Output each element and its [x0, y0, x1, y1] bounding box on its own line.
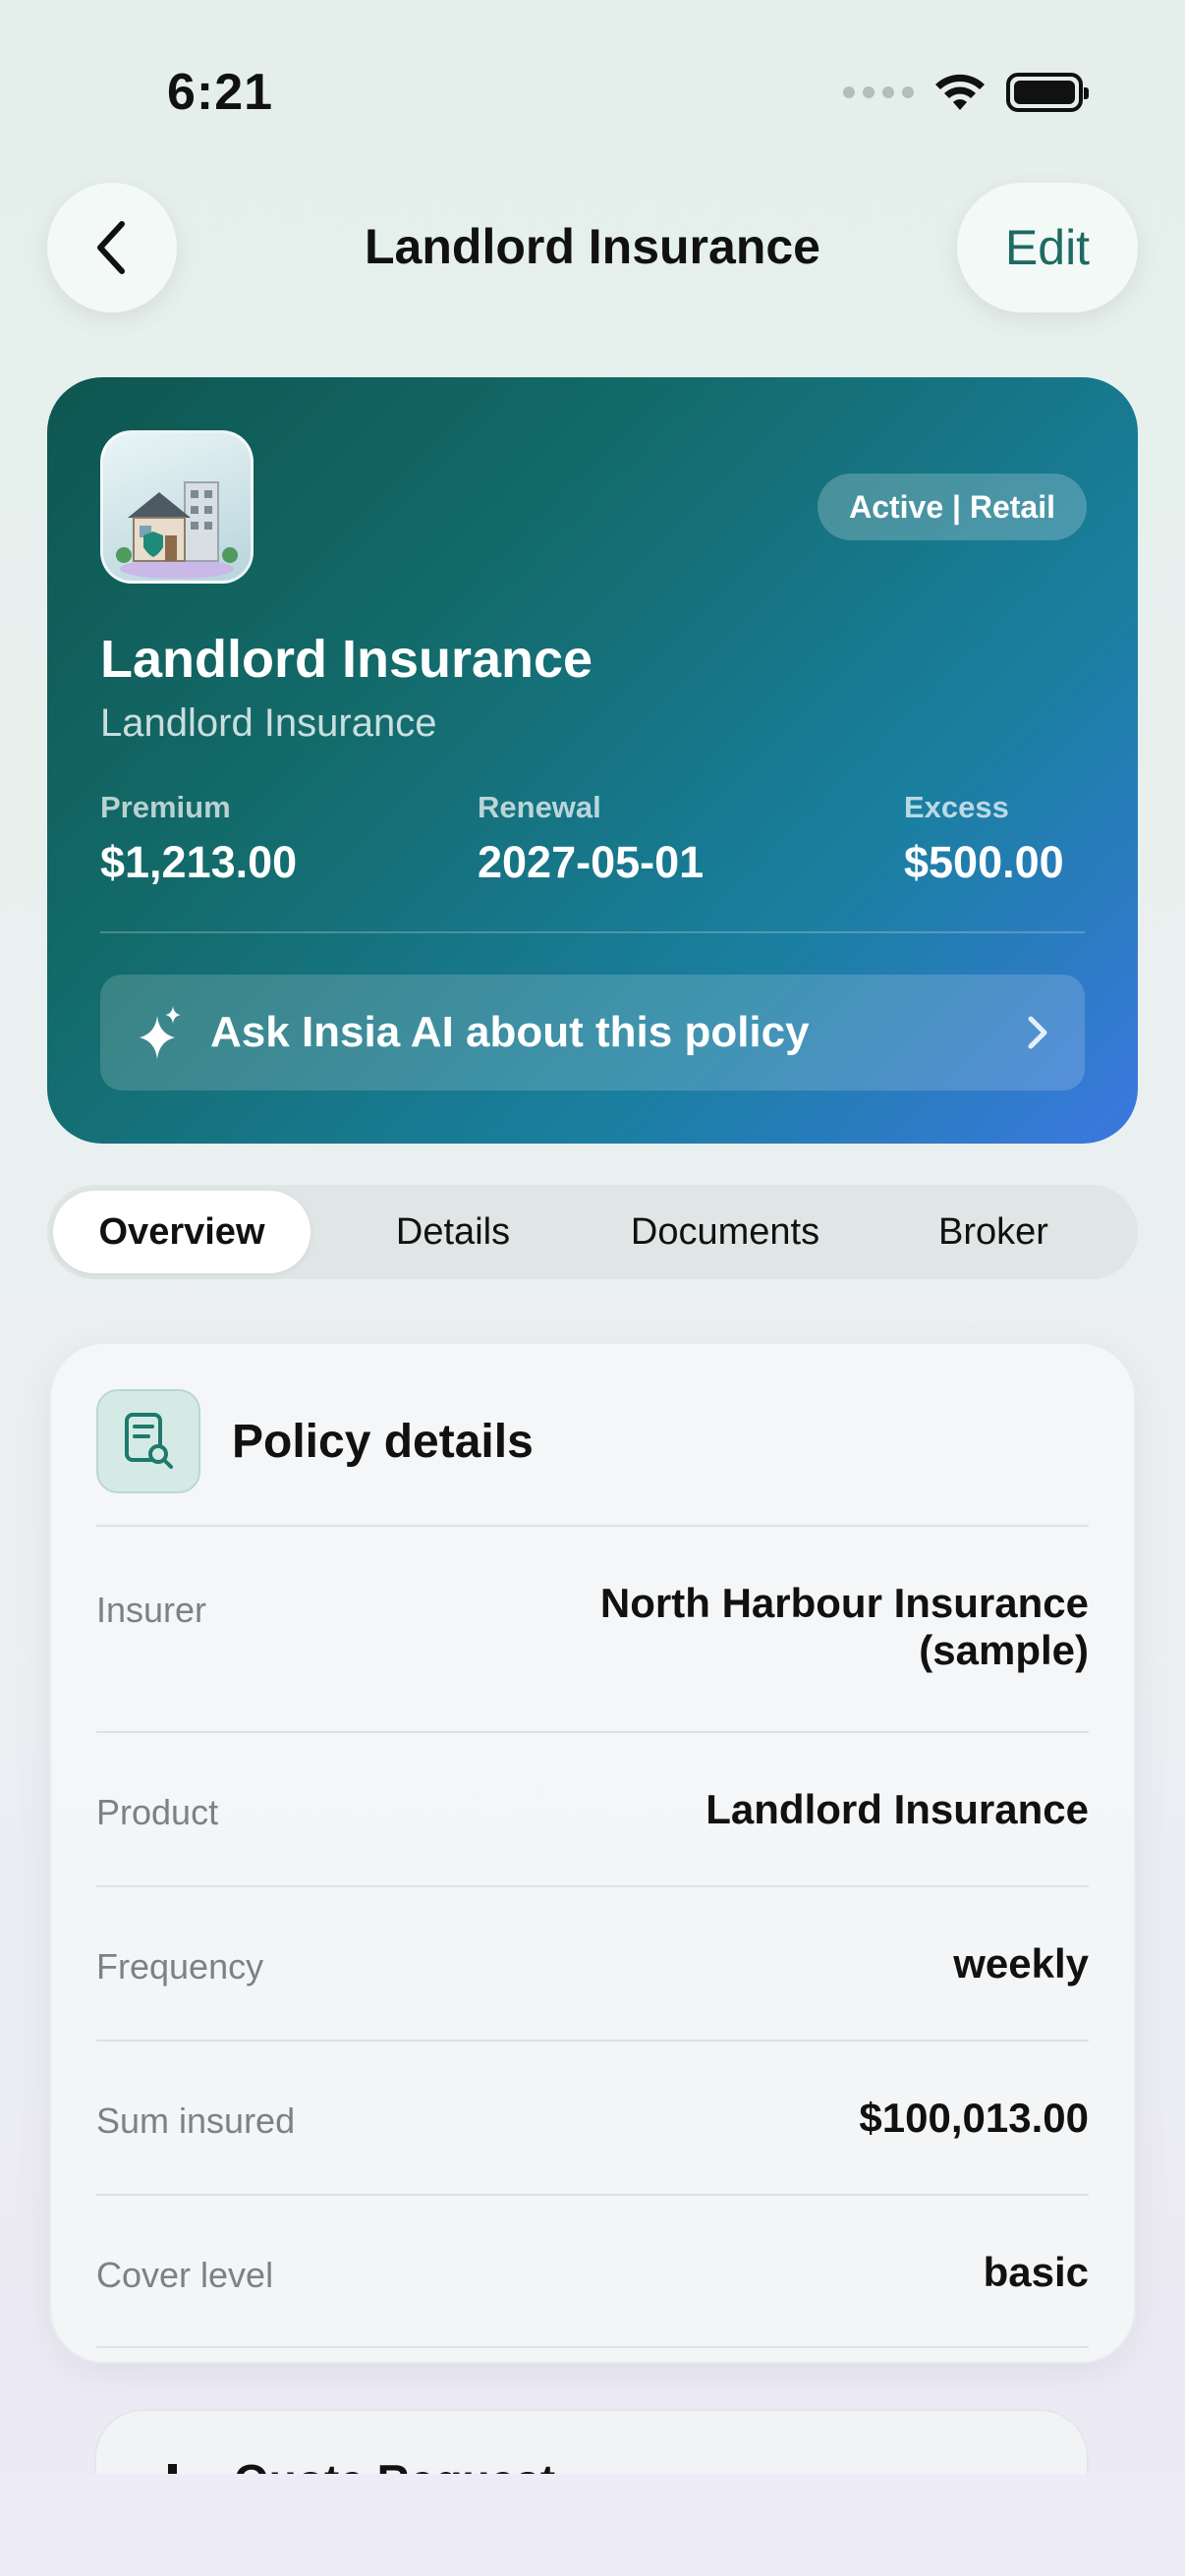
insurer-value-line1: North Harbour Insurance: [599, 1580, 1089, 1626]
edit-button[interactable]: Edit: [957, 183, 1138, 312]
insurer-value-line2: (sample): [919, 1627, 1089, 1673]
policy-summary-card: Active | Retail Landlord Insurance Landl…: [47, 377, 1138, 1144]
list-item: Insurer North Harbour Insurance (sample): [96, 1525, 1089, 1731]
policy-subtitle: Landlord Insurance: [100, 701, 437, 745]
battery-icon: [1006, 73, 1089, 112]
status-icons: [843, 73, 1089, 112]
tab-details[interactable]: Details: [310, 1191, 595, 1273]
policy-details-title: Policy details: [232, 1415, 534, 1468]
product-value: Landlord Insurance: [705, 1786, 1089, 1832]
product-label: Product: [96, 1792, 219, 1832]
status-time: 6:21: [167, 64, 274, 121]
renewal-label: Renewal: [478, 790, 601, 824]
policy-details-list: Insurer North Harbour Insurance (sample)…: [96, 1525, 1089, 2348]
tab-bar: Overview Details Documents Broker: [47, 1185, 1138, 1279]
list-item: Product Landlord Insurance: [96, 1731, 1089, 1885]
chevron-right-icon: [1028, 1016, 1047, 1049]
cover-level-label: Cover level: [96, 2255, 274, 2295]
premium-label: Premium: [100, 790, 231, 824]
policy-details-card: Policy details Insurer North Harbour Ins…: [49, 1342, 1136, 2364]
sum-insured-value: $100,013.00: [859, 2095, 1089, 2141]
excess-stat: Excess $500.00: [904, 790, 1064, 888]
sum-insured-label: Sum insured: [96, 2100, 296, 2141]
list-item: Sum insured $100,013.00: [96, 2040, 1089, 2194]
policy-details-header: Policy details: [96, 1389, 534, 1493]
insurer-value: North Harbour Insurance (sample): [600, 1580, 1089, 1674]
list-item: Frequency weekly: [96, 1885, 1089, 2040]
sparkle-icon: [140, 1006, 181, 1059]
cover-level-value: basic: [983, 2249, 1089, 2295]
insurer-label: Insurer: [96, 1590, 207, 1630]
frequency-value: weekly: [953, 1940, 1089, 1987]
ask-ai-label: Ask Insia AI about this policy: [210, 1008, 810, 1056]
divider: [100, 931, 1085, 933]
cellular-signal-icon: [843, 86, 914, 98]
renewal-stat: Renewal 2027-05-01: [478, 790, 704, 888]
ask-ai-button[interactable]: Ask Insia AI about this policy: [100, 975, 1085, 1091]
renewal-value: 2027-05-01: [478, 837, 705, 887]
wifi-icon: [935, 74, 985, 110]
frequency-label: Frequency: [96, 1946, 264, 1987]
tab-documents[interactable]: Documents: [595, 1191, 855, 1273]
tab-broker[interactable]: Broker: [855, 1191, 1132, 1273]
excess-label: Excess: [904, 790, 1009, 824]
list-item: Cover level basic: [96, 2194, 1089, 2348]
excess-value: $500.00: [904, 837, 1064, 887]
document-search-icon: [96, 1389, 200, 1493]
premium-value: $1,213.00: [100, 837, 298, 887]
premium-stat: Premium $1,213.00: [100, 790, 297, 888]
tab-overview[interactable]: Overview: [53, 1191, 310, 1273]
house-illustration-icon: [100, 430, 254, 584]
policy-title: Landlord Insurance: [100, 630, 593, 689]
status-badge: Active | Retail: [818, 474, 1087, 540]
bottom-safe-area: [0, 2474, 1185, 2576]
